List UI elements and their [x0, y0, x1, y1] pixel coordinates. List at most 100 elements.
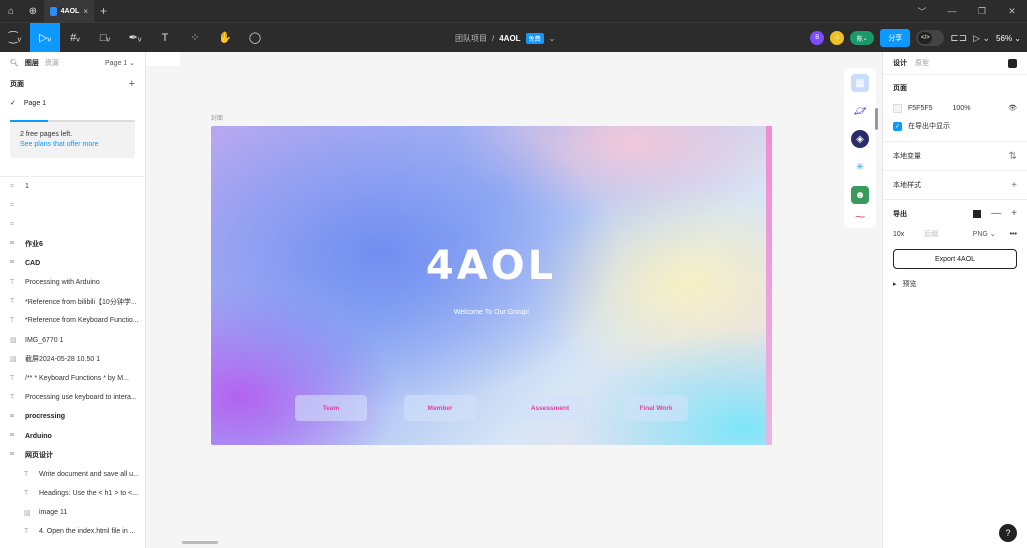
layer-item[interactable]: T Processing with Arduino: [0, 273, 145, 292]
layer-item[interactable]: T *Reference from Keyboard Functio...: [0, 311, 145, 330]
chevron-down-icon[interactable]: ⌄: [549, 34, 556, 43]
close-window-icon[interactable]: ✕: [997, 0, 1027, 22]
plan-badge[interactable]: 免费: [525, 32, 544, 44]
tab-prototype[interactable]: 原型: [915, 58, 929, 68]
horizontal-scrollbar[interactable]: [182, 541, 218, 544]
cover-frame[interactable]: 4AOL Welcome To Our Group! Team Member A…: [211, 126, 772, 445]
layer-item[interactable]: T Processing use keyboard to intera...: [0, 388, 145, 407]
export-title: 导出: [893, 210, 907, 218]
hand-tool-icon[interactable]: ✋: [210, 23, 240, 53]
eye-icon[interactable]: 👁︎: [1008, 104, 1017, 112]
tab-design[interactable]: 设计: [893, 58, 907, 68]
maximize-icon[interactable]: ❐: [967, 0, 997, 22]
layer-item[interactable]: ▨ 截屏2024-05-28 10.50 1: [0, 350, 145, 369]
snowflake-icon[interactable]: ✳: [851, 158, 869, 176]
local-styles-label: 本地样式: [893, 182, 921, 189]
resources-tool-icon[interactable]: ⁘: [180, 23, 210, 53]
move-tool-icon[interactable]: ▷ᵥ: [30, 22, 60, 53]
avatar-image[interactable]: ☺: [830, 31, 845, 45]
frame-tool-icon[interactable]: #ᵥ: [60, 23, 90, 53]
layer-label: CAD: [25, 259, 41, 267]
plugin-badge-icon[interactable]: ◈: [851, 130, 869, 148]
vertical-scrollbar[interactable]: [875, 108, 878, 130]
remove-export-icon[interactable]: —: [991, 208, 1001, 219]
zoom-level[interactable]: 56% ⌄: [996, 34, 1021, 43]
breadcrumb-file[interactable]: 4AOL: [499, 34, 520, 43]
present-icon[interactable]: ▷ ⌄: [973, 33, 990, 44]
canvas-frame-fragment[interactable]: [146, 52, 180, 66]
globe-icon[interactable]: ⊕: [22, 0, 44, 22]
add-export-icon[interactable]: +: [1011, 208, 1017, 219]
layer-item[interactable]: T /** * Keyboard Functions * by M...: [0, 369, 145, 388]
widget-icon[interactable]: ▦: [851, 74, 869, 92]
mascot-icon[interactable]: ☻: [851, 186, 869, 204]
show-in-export-checkbox[interactable]: ✓: [893, 121, 902, 131]
more-options-icon[interactable]: •••: [1010, 231, 1017, 238]
layer-item[interactable]: ⌗ Arduino: [0, 426, 145, 445]
upsell-link[interactable]: See plans that offer more: [20, 140, 125, 150]
layer-label: /** * Keyboard Functions * by M...: [25, 374, 129, 382]
member-button[interactable]: Member: [404, 395, 476, 421]
tab-layers[interactable]: 图层: [25, 58, 39, 68]
background-opacity[interactable]: 100%: [953, 105, 971, 112]
minimize-icon[interactable]: —: [937, 0, 967, 22]
search-icon[interactable]: 🔍︎: [10, 59, 19, 67]
breadcrumb-team[interactable]: 团队项目: [455, 33, 487, 44]
layer-label: Headings: Use the < h1 > to <...: [39, 490, 139, 498]
close-tab-icon[interactable]: ×: [83, 7, 88, 16]
pages-title: 页面: [10, 81, 24, 88]
library-icon[interactable]: ⊏⊐: [950, 33, 967, 44]
layer-item[interactable]: T *Reference from bilibili【10分钟学...: [0, 292, 145, 311]
add-style-icon[interactable]: +: [1011, 180, 1017, 191]
canvas[interactable]: 封面 4AOL Welcome To Our Group! Team Membe…: [146, 52, 882, 548]
background-color-value[interactable]: F5F5F5: [908, 105, 933, 112]
panel-toggle-icon[interactable]: [1008, 58, 1017, 68]
layer-item[interactable]: ⌗ 网页设计: [0, 446, 145, 465]
dev-mode-toggle[interactable]: </>: [916, 30, 945, 46]
shape-tool-icon[interactable]: □ᵥ: [90, 23, 120, 53]
share-button[interactable]: 分享: [880, 29, 911, 47]
layer-item[interactable]: ⌗ 1: [0, 177, 145, 196]
pen-tool-icon[interactable]: ✒ᵥ: [120, 23, 150, 53]
plugin-red-icon[interactable]: ⁓: [851, 212, 869, 223]
layer-item[interactable]: ⌗ CAD: [0, 254, 145, 273]
home-icon[interactable]: ⌂: [0, 0, 22, 22]
layer-item[interactable]: ⌗ procressing: [0, 407, 145, 426]
export-format-select[interactable]: PNG ⌄: [973, 230, 996, 238]
layer-item[interactable]: T Write document and save all u...: [0, 465, 145, 484]
add-page-icon[interactable]: +: [129, 78, 135, 90]
file-tab[interactable]: 4AOL ×: [44, 0, 94, 22]
preview-row[interactable]: ▸ 预览: [893, 277, 1017, 291]
slice-icon[interactable]: [973, 209, 982, 218]
page-selector[interactable]: Page 1 ⌄: [105, 59, 135, 67]
export-suffix-field[interactable]: 后缀: [924, 229, 938, 239]
frame-label[interactable]: 封面: [211, 113, 223, 122]
help-button[interactable]: ?: [999, 524, 1017, 542]
team-button[interactable]: Team: [295, 395, 367, 421]
text-tool-icon[interactable]: T: [150, 23, 180, 53]
main-menu-icon[interactable]: ⁐ᵥ: [0, 23, 30, 53]
export-button[interactable]: Export 4AOL: [893, 249, 1017, 269]
export-scale[interactable]: 10x: [893, 231, 904, 238]
avatar[interactable]: B: [810, 31, 825, 45]
new-tab-icon[interactable]: +: [100, 4, 107, 18]
comment-tool-icon[interactable]: ◯: [240, 23, 270, 53]
background-swatch[interactable]: [893, 103, 902, 113]
variables-icon[interactable]: ⇅: [1009, 151, 1017, 162]
assessment-button[interactable]: Assessment: [514, 395, 586, 421]
local-variables-row[interactable]: 本地变量 ⇅: [883, 141, 1027, 170]
chevron-down-icon[interactable]: ﹀: [907, 0, 937, 22]
layer-item[interactable]: ⌗: [0, 196, 145, 215]
layer-item[interactable]: ⌗ 作业6: [0, 235, 145, 254]
layer-item[interactable]: T 4. Open the index.html file in ...: [0, 522, 145, 541]
final-work-button[interactable]: Final Work: [624, 395, 688, 421]
layer-item[interactable]: ⌗: [0, 215, 145, 234]
avatar-user[interactable]: 陈 ⌄: [850, 31, 875, 45]
planet-icon[interactable]: 🪐︎: [851, 102, 869, 120]
layer-item[interactable]: ▨ image 11: [0, 503, 145, 522]
export-header: 导出 — +: [893, 208, 1017, 219]
tab-assets[interactable]: 资源: [45, 58, 59, 68]
layer-item[interactable]: ▨ IMG_6770 1: [0, 331, 145, 350]
layer-item[interactable]: T Headings: Use the < h1 > to <...: [0, 484, 145, 503]
page-item[interactable]: ✓ Page 1: [0, 94, 145, 112]
